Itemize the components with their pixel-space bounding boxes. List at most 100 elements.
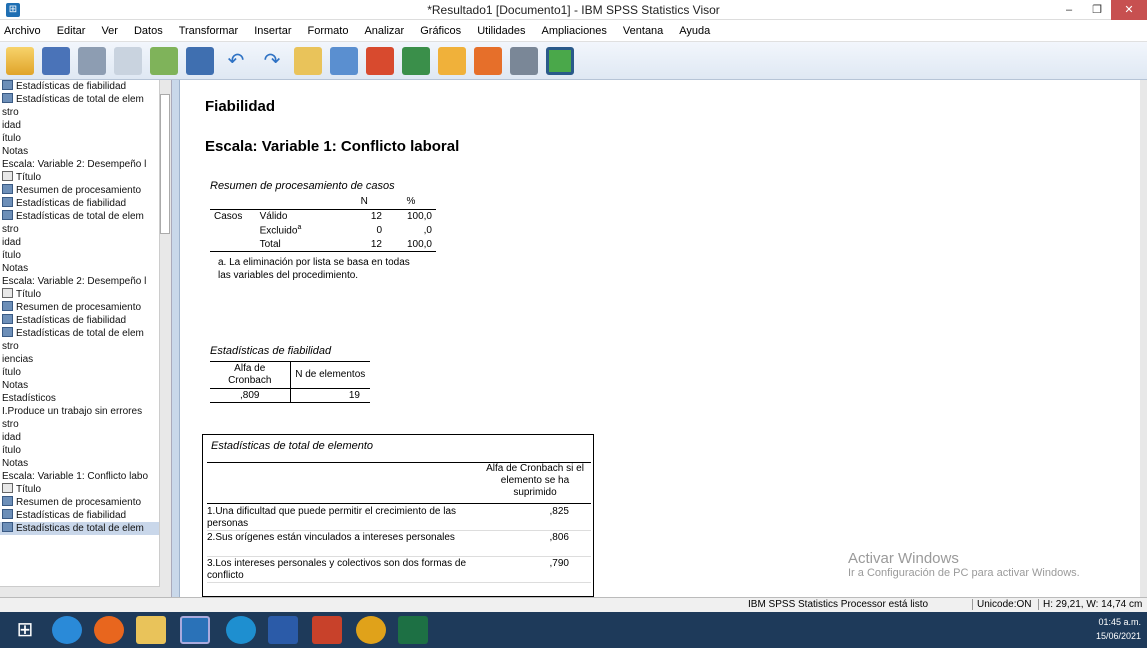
menu-item-editar[interactable]: Editar [57, 25, 86, 37]
outline-item-label: ítulo [2, 133, 21, 144]
outline-item[interactable]: Estadísticas de fiabilidad [0, 197, 171, 210]
menu-item-graficos[interactable]: Gráficos [420, 25, 461, 37]
redo-icon[interactable]: ↷ [258, 47, 286, 75]
menu-item-formato[interactable]: Formato [308, 25, 349, 37]
item-total-table[interactable]: Estadísticas de total de elemento Alfa d… [202, 434, 594, 597]
outline-item[interactable]: Notas [0, 379, 171, 392]
menu-item-transformar[interactable]: Transformar [179, 25, 239, 37]
menu-item-ventana[interactable]: Ventana [623, 25, 663, 37]
outline-item[interactable]: Estadísticas de fiabilidad [0, 80, 171, 93]
file-explorer-icon[interactable] [136, 616, 166, 644]
insert-output-icon[interactable] [546, 46, 574, 75]
outline-item-label: idad [2, 432, 21, 443]
excel-icon[interactable] [398, 616, 428, 644]
close-button[interactable]: ✕ [1111, 0, 1147, 20]
menu-item-ampliaciones[interactable]: Ampliaciones [542, 25, 607, 37]
menu-item-ayuda[interactable]: Ayuda [679, 25, 710, 37]
reliability-table[interactable]: Estadísticas de fiabilidad Alfa de Cronb… [210, 345, 380, 403]
outline-item[interactable]: ítulo [0, 366, 171, 379]
outline-item-label: idad [2, 120, 21, 131]
outline-item[interactable]: Resumen de procesamiento [0, 301, 171, 314]
outline-item[interactable]: idad [0, 236, 171, 249]
system-tray[interactable]: 01:45 a.m. 15/06/2021 [1096, 615, 1141, 643]
word-icon[interactable] [268, 616, 298, 644]
goto-variable-icon[interactable] [366, 46, 394, 75]
outline-item[interactable]: Título [0, 483, 171, 496]
outline-item[interactable]: stro [0, 223, 171, 236]
outline-scrollbar[interactable] [159, 80, 171, 597]
hide-icon[interactable] [510, 46, 538, 75]
firefox-icon[interactable] [94, 616, 124, 644]
undo-icon[interactable]: ↶ [222, 47, 250, 75]
outline-item[interactable]: Notas [0, 145, 171, 158]
minimize-button[interactable]: – [1055, 0, 1083, 20]
outline-item[interactable]: Estadísticos [0, 392, 171, 405]
outline-item-label: ítulo [2, 250, 21, 261]
outline-item[interactable]: ítulo [0, 444, 171, 457]
chrome-icon[interactable] [356, 616, 386, 644]
show-all-icon[interactable] [438, 46, 466, 75]
table-icon [2, 314, 13, 324]
watermark-subtitle: Ir a Configuración de PC para activar Wi… [848, 567, 1080, 579]
recall-dialog-icon[interactable] [186, 46, 214, 75]
edge-new-icon[interactable] [226, 616, 256, 644]
pane-splitter[interactable] [172, 80, 180, 597]
outline-item[interactable]: Estadísticas de total de elem [0, 93, 171, 106]
variables-icon[interactable] [402, 46, 430, 75]
print-icon[interactable] [78, 46, 106, 75]
output-heading[interactable]: Fiabilidad [205, 98, 275, 115]
scale-title[interactable]: Escala: Variable 1: Conflicto laboral [205, 138, 459, 155]
case-summary-table[interactable]: Resumen de procesamiento de casos N % Ca… [210, 180, 440, 282]
start-windows-icon[interactable]: ⊞ [10, 616, 40, 644]
outline-item[interactable]: ítulo [0, 249, 171, 262]
outline-item-label: stro [2, 107, 19, 118]
menu-item-ver[interactable]: Ver [101, 25, 118, 37]
output-scrollbar[interactable] [1140, 80, 1147, 597]
menu-item-archivo[interactable]: Archivo [4, 25, 41, 37]
outline-item[interactable]: Estadísticas de total de elem [0, 522, 171, 535]
outline-item[interactable]: Título [0, 171, 171, 184]
item-alpha-header: Alfa de Cronbach si el elemento se ha su… [486, 463, 584, 498]
outline-item[interactable]: ítulo [0, 132, 171, 145]
menu-item-datos[interactable]: Datos [134, 25, 163, 37]
goto-data-icon[interactable] [294, 46, 322, 75]
outline-item[interactable]: Notas [0, 262, 171, 275]
outline-item-label: Título [16, 289, 42, 300]
outline-item[interactable]: Estadísticas de total de elem [0, 210, 171, 223]
outline-item-label: Notas [2, 263, 29, 274]
outline-item[interactable]: stro [0, 418, 171, 431]
outline-item[interactable]: Escala: Variable 2: Desempeño l [0, 158, 171, 171]
outline-item[interactable]: idad [0, 431, 171, 444]
outline-item[interactable]: Escala: Variable 2: Desempeño l [0, 275, 171, 288]
outline-item[interactable]: Título [0, 288, 171, 301]
row-label: Total [259, 238, 281, 250]
designate-window-icon[interactable] [474, 46, 502, 75]
adobe-reader-icon[interactable] [312, 616, 342, 644]
print-preview-icon[interactable] [114, 46, 142, 75]
outline-item[interactable]: Notas [0, 457, 171, 470]
item-value: ,825 [549, 506, 569, 517]
outline-item[interactable]: stro [0, 106, 171, 119]
outline-item[interactable]: Estadísticas de fiabilidad [0, 314, 171, 327]
save-icon[interactable] [42, 46, 70, 75]
maximize-button[interactable]: ❐ [1083, 0, 1111, 20]
outline-item[interactable]: Estadísticas de total de elem [0, 327, 171, 340]
alpha-header: Alfa de Cronbach [210, 361, 291, 389]
goto-case-icon[interactable] [330, 46, 358, 75]
outline-item[interactable]: Resumen de procesamiento [0, 184, 171, 197]
menu-item-analizar[interactable]: Analizar [364, 25, 404, 37]
outline-item[interactable]: I.Produce un trabajo sin errores [0, 405, 171, 418]
open-folder-icon[interactable] [6, 46, 34, 75]
outline-item[interactable]: Resumen de procesamiento [0, 496, 171, 509]
outline-item[interactable]: Estadísticas de fiabilidad [0, 509, 171, 522]
spss-taskbar-icon[interactable] [180, 616, 210, 644]
outline-item[interactable]: Escala: Variable 1: Conflicto labo [0, 470, 171, 483]
outline-item[interactable]: stro [0, 340, 171, 353]
menu-item-insertar[interactable]: Insertar [254, 25, 291, 37]
outline-item[interactable]: iencias [0, 353, 171, 366]
edge-browser-icon[interactable] [52, 616, 82, 644]
menu-item-utilidades[interactable]: Utilidades [477, 25, 525, 37]
outline-hscrollbar[interactable] [0, 586, 160, 597]
outline-item[interactable]: idad [0, 119, 171, 132]
export-icon[interactable] [150, 46, 178, 75]
